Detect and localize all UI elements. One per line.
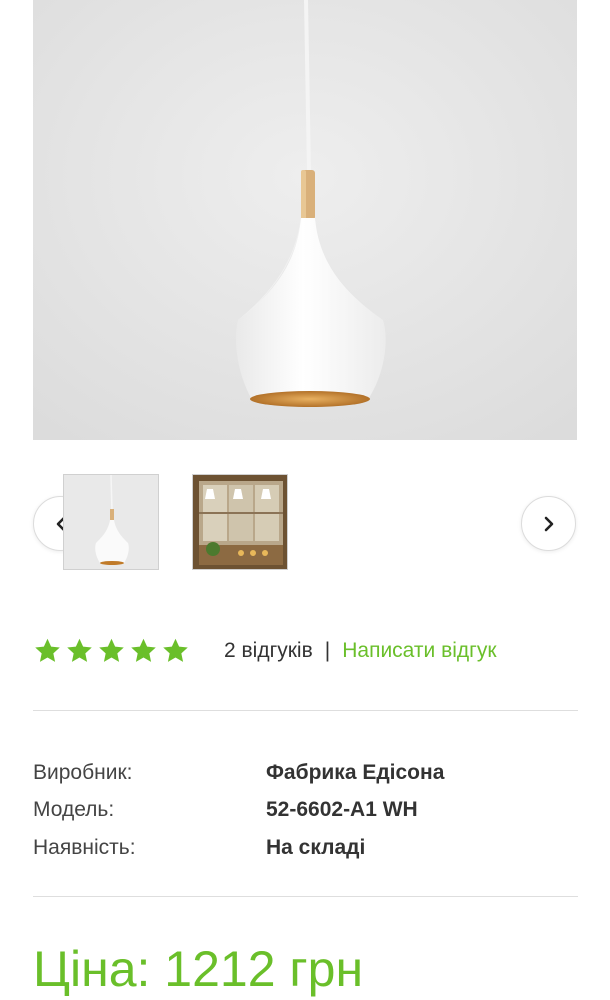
write-review-link[interactable]: Написати відгук: [342, 639, 496, 663]
spec-label: Модель:: [33, 798, 115, 822]
star-icon: [131, 638, 156, 662]
thumbnail-lamp-image: [64, 475, 158, 569]
spec-row-manufacturer: Виробник: Фабрика Едісона: [33, 754, 578, 792]
spec-value: На складі: [266, 835, 366, 859]
carousel-next-button[interactable]: [521, 496, 576, 551]
product-main-image[interactable]: [33, 0, 577, 440]
product-price: Ціна: 1212 грн: [33, 941, 364, 997]
thumbnail-lamp[interactable]: [63, 474, 159, 570]
chevron-right-icon: [544, 516, 553, 531]
star-icon: [163, 638, 188, 662]
star-icon: [99, 638, 124, 662]
thumbnail-carousel: [0, 465, 610, 575]
spec-row-availability: Наявність: На складі: [33, 829, 578, 867]
product-specs: Виробник: Фабрика Едісона Модель: 52-660…: [33, 754, 578, 867]
pendant-lamp-image: [33, 0, 577, 440]
thumbnail-interior-image: [193, 475, 287, 569]
spec-value: Фабрика Едісона: [266, 760, 445, 784]
star-icon: [35, 638, 60, 662]
spec-row-model: Модель: 52-6602-A1 WH: [33, 792, 578, 830]
spec-label: Наявність:: [33, 835, 136, 859]
divider: [33, 710, 578, 711]
reviews-count[interactable]: 2 відгуків: [224, 639, 313, 663]
rating-separator: |: [324, 639, 331, 662]
star-icon: [67, 638, 92, 662]
thumbnail-interior[interactable]: [192, 474, 288, 570]
star-rating: [33, 637, 190, 665]
spec-label: Виробник:: [33, 760, 133, 784]
divider: [33, 896, 578, 897]
spec-value: 52-6602-A1 WH: [266, 798, 418, 822]
rating-row: 2 відгуків | Написати відгук: [33, 634, 578, 668]
